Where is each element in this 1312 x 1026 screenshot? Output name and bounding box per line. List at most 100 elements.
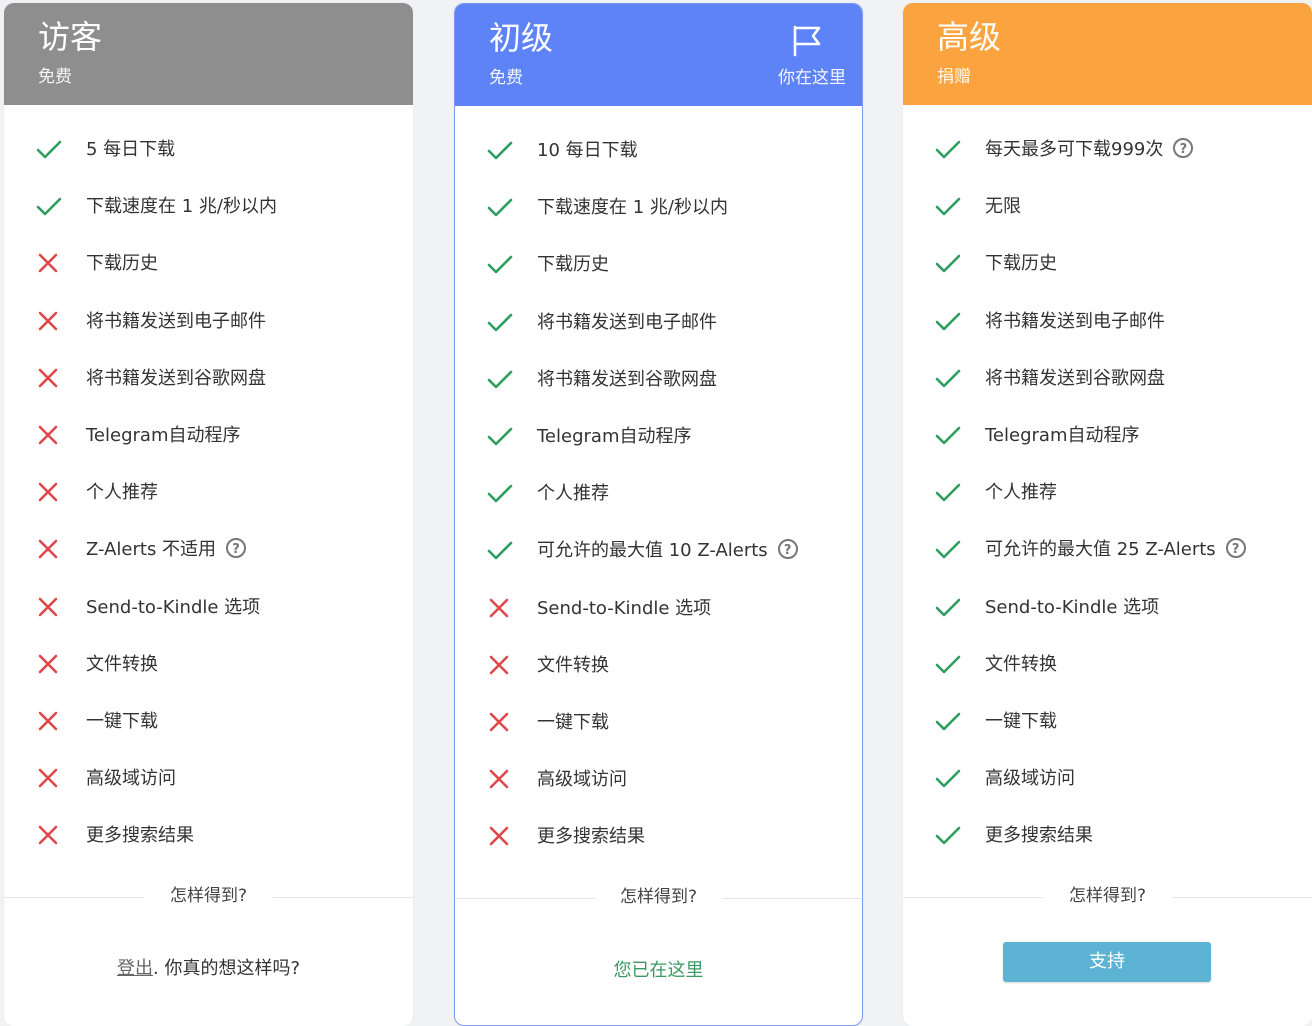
cross-icon bbox=[489, 712, 509, 732]
feature-row: 高级域访问 bbox=[455, 751, 862, 808]
help-icon[interactable]: ? bbox=[226, 538, 247, 559]
how-to-get-link[interactable]: 怎样得到? bbox=[455, 884, 862, 910]
feature-row: 下载速度在 1 兆/秒以内 bbox=[4, 178, 413, 235]
feature-row: 个人推荐 bbox=[4, 464, 413, 521]
feature-label: 下载速度在 1 兆/秒以内 bbox=[537, 195, 728, 221]
cross-icon bbox=[489, 655, 509, 674]
cross-icon bbox=[38, 654, 58, 673]
feature-row: 一键下载 bbox=[455, 694, 862, 751]
feature-label: Telegram自动程序 bbox=[86, 423, 240, 449]
feature-text: 无限 bbox=[985, 196, 1021, 218]
help-icon[interactable]: ? bbox=[1173, 138, 1194, 158]
feature-label: Send-to-Kindle 选项 bbox=[86, 595, 260, 621]
feature-text: 高级域访问 bbox=[86, 768, 176, 790]
feature-label: 一键下载 bbox=[537, 710, 609, 736]
check-icon bbox=[935, 769, 961, 788]
feature-text: 一键下载 bbox=[985, 710, 1057, 732]
cross-icon bbox=[489, 769, 509, 789]
feature-row: 高级域访问 bbox=[903, 750, 1312, 807]
plan-header-premium: 高级 捐赠 bbox=[903, 3, 1312, 105]
feature-row: 5 每日下载 bbox=[4, 121, 413, 178]
help-icon[interactable]: ? bbox=[777, 539, 798, 560]
feature-label: 文件转换 bbox=[86, 652, 158, 678]
you-are-here-label: 你在这里 bbox=[778, 68, 846, 88]
feature-text: 将书籍发送到谷歌网盘 bbox=[985, 367, 1165, 389]
flag-icon bbox=[793, 25, 821, 57]
current-plan-status: 您已在这里 bbox=[613, 960, 704, 981]
feature-row: 一键下载 bbox=[4, 693, 413, 750]
feature-label: 一键下载 bbox=[86, 709, 158, 735]
feature-row: 文件转换 bbox=[4, 636, 413, 693]
feature-row: Telegram自动程序 bbox=[455, 408, 862, 465]
feature-row: 个人推荐 bbox=[903, 464, 1312, 521]
feature-text: 10 每日下载 bbox=[537, 140, 638, 161]
cross-icon bbox=[38, 425, 58, 445]
check-icon bbox=[487, 198, 513, 217]
feature-text: 5 每日下载 bbox=[86, 139, 176, 160]
feature-label: 下载速度在 1 兆/秒以内 bbox=[86, 194, 277, 220]
help-icon[interactable]: ? bbox=[1225, 538, 1246, 559]
feature-text: 一键下载 bbox=[537, 711, 609, 733]
feature-row: Send-to-Kindle 选项 bbox=[4, 579, 413, 636]
logout-link[interactable]: 登出 bbox=[117, 958, 153, 979]
feature-row: 一键下载 bbox=[903, 693, 1312, 750]
check-icon bbox=[935, 541, 961, 559]
feature-label: 将书籍发送到谷歌网盘 bbox=[985, 366, 1165, 392]
feature-text: 更多搜索结果 bbox=[86, 825, 194, 847]
feature-label: Telegram自动程序 bbox=[985, 423, 1139, 449]
how-to-get-link[interactable]: 怎样得到? bbox=[903, 883, 1312, 909]
cross-icon bbox=[38, 254, 58, 273]
how-to-get-link[interactable]: 怎样得到? bbox=[4, 883, 413, 909]
feature-text: 一键下载 bbox=[86, 710, 158, 732]
cross-icon bbox=[38, 482, 58, 502]
feature-label: 一键下载 bbox=[985, 709, 1057, 735]
check-icon bbox=[487, 256, 513, 274]
feature-label: 个人推荐 bbox=[537, 481, 609, 507]
feature-row: 更多搜索结果 bbox=[903, 807, 1312, 864]
support-button[interactable]: 支持 bbox=[1003, 942, 1211, 982]
feature-label: 高级域访问 bbox=[985, 766, 1075, 792]
cross-icon bbox=[38, 711, 58, 731]
feature-text: 个人推荐 bbox=[86, 482, 158, 504]
feature-label: Telegram自动程序 bbox=[537, 424, 691, 450]
feature-row: 将书籍发送到谷歌网盘 bbox=[4, 350, 413, 407]
plan-card-guest: 访客 免费 5 每日下载 下载速度在 1 兆/秒以内 下载历史 将书籍发送到电子邮件将… bbox=[4, 3, 413, 1026]
feature-label: 下载历史 bbox=[985, 251, 1057, 277]
feature-row: 高级域访问 bbox=[4, 750, 413, 807]
check-icon bbox=[487, 427, 513, 446]
feature-text: Send-to-Kindle 选项 bbox=[86, 596, 261, 618]
feature-label: 更多搜索结果 bbox=[86, 823, 194, 849]
feature-text: 高级域访问 bbox=[985, 768, 1075, 790]
check-icon bbox=[935, 312, 961, 330]
feature-row: 10 每日下载 bbox=[455, 122, 862, 179]
plan-card-basic: 初级 免费 你在这里 10 每日下载 下载速度在 1 兆/秒以内 下载历史 将书籍发送… bbox=[454, 3, 863, 1026]
cross-icon bbox=[489, 826, 509, 846]
plan-subtitle: 捐赠 bbox=[937, 67, 971, 87]
feature-text: 更多搜索结果 bbox=[985, 825, 1093, 847]
feature-list: 10 每日下载 下载速度在 1 兆/秒以内 下载历史 将书籍发送到电子邮件 将书籍发送到… bbox=[455, 122, 862, 865]
feature-row: 下载历史 bbox=[455, 236, 862, 293]
cross-icon bbox=[38, 540, 58, 559]
check-icon bbox=[935, 826, 961, 845]
check-icon bbox=[935, 140, 961, 159]
feature-label: 将书籍发送到电子邮件 bbox=[985, 309, 1165, 335]
feature-row: 个人推荐 bbox=[455, 465, 862, 522]
logout-question: . 你真的想这样吗? bbox=[153, 958, 300, 979]
feature-row: 将书籍发送到谷歌网盘 bbox=[455, 351, 862, 408]
feature-label: 高级域访问 bbox=[86, 766, 176, 792]
check-icon bbox=[36, 197, 62, 216]
check-icon bbox=[935, 483, 961, 502]
feature-label: 下载历史 bbox=[86, 251, 158, 277]
feature-list: 每天最多可下载999次? 无限 下载历史 将书籍发送到电子邮件 将书籍发送到谷歌网盘 Te… bbox=[903, 121, 1312, 864]
check-icon bbox=[36, 140, 62, 159]
check-icon bbox=[935, 426, 961, 445]
feature-text: 更多搜索结果 bbox=[537, 826, 645, 848]
feature-row: 无限 bbox=[903, 178, 1312, 235]
feature-label: Send-to-Kindle 选项 bbox=[537, 596, 711, 622]
feature-label: 可允许的最大值 10 Z-Alerts? bbox=[537, 538, 798, 564]
cross-icon bbox=[38, 597, 58, 616]
plan-title: 初级 bbox=[489, 19, 554, 57]
feature-row: Telegram自动程序 bbox=[903, 407, 1312, 464]
cross-icon bbox=[38, 768, 58, 788]
cross-icon bbox=[38, 368, 58, 388]
